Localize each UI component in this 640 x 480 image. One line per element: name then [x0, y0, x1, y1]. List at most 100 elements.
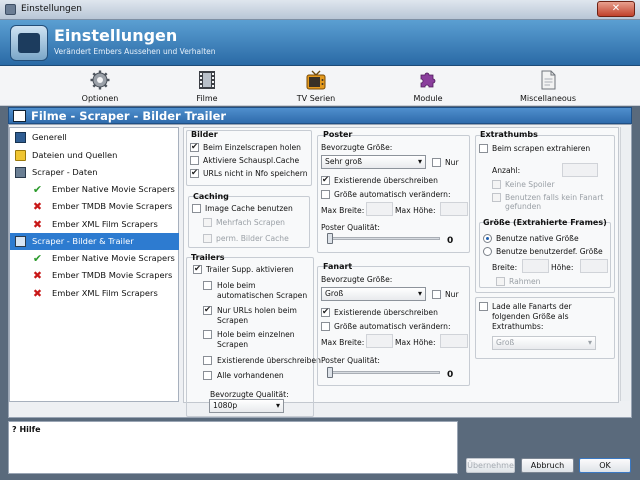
tab-label: Module [413, 94, 443, 103]
frame-height-label: Höhe: [551, 263, 574, 272]
mehrfach-label: Mehrfach Scrapen [216, 218, 285, 227]
fanart-overwrite-label: Existierende überschreiben [334, 308, 438, 317]
caching-title: Caching [193, 192, 229, 201]
fanart-size-select[interactable]: Groß [321, 287, 426, 301]
use-fanart-checkbox[interactable] [492, 193, 501, 202]
fanarts-size-select[interactable]: Groß [492, 336, 596, 350]
poster-max-height-input[interactable] [440, 202, 468, 216]
fanart-quality-slider[interactable] [327, 371, 440, 374]
trailer-quality-select[interactable]: 1080p [209, 399, 284, 413]
help-label-wrap: ? Hilfe [12, 425, 41, 434]
native-size-label: Benutze native Größe [496, 234, 579, 243]
trailer-supp-label: Trailer Supp. aktivieren [206, 265, 294, 274]
trailer-overwrite-checkbox[interactable] [203, 356, 212, 365]
urls-nfo-checkbox[interactable] [190, 168, 199, 179]
poster-resize-checkbox[interactable] [321, 190, 330, 199]
nur-urls-checkbox[interactable] [203, 305, 212, 316]
fanart-max-height-input[interactable] [440, 334, 468, 348]
document-icon [541, 70, 556, 90]
apply-button[interactable]: Übernehme [466, 458, 515, 473]
tv-icon [306, 70, 326, 90]
perm-cache-checkbox[interactable] [203, 234, 212, 243]
tab-tv-serien[interactable]: TV Serien [290, 67, 342, 105]
hole-auto-label-2: automatischen Scrapen [217, 291, 308, 300]
tree-item-generell[interactable]: Generell [10, 129, 179, 146]
fanart-max-width-input[interactable] [366, 334, 393, 348]
count-label: Anzahl: [492, 166, 521, 175]
schauspl-cache-checkbox[interactable] [190, 156, 199, 165]
nur-urls-label-1: Nur URLs holen beim [217, 306, 297, 315]
settings-tree: Generell Dateien und Quellen Scraper - D… [9, 127, 179, 402]
tree-item-xml-daten[interactable]: ✖ Ember XML Film Scrapers [10, 216, 179, 233]
mehrfach-checkbox[interactable] [203, 218, 212, 227]
poster-quality-thumb[interactable] [327, 233, 333, 244]
alle-vorhandenen-checkbox[interactable] [203, 371, 212, 380]
tree-item-label: Ember XML Film Scrapers [52, 219, 158, 229]
fanarts-size-value: Groß [496, 338, 515, 347]
fanart-max-height-label: Max Höhe: [395, 338, 436, 347]
einzelscrapen-checkbox[interactable] [190, 142, 199, 153]
count-input[interactable] [562, 163, 598, 177]
poster-overwrite-checkbox[interactable] [321, 175, 330, 186]
load-fanarts-checkbox[interactable] [479, 302, 488, 311]
cancel-button[interactable]: Abbruch [521, 458, 574, 473]
hole-einzeln-label-1: Hole beim einzelnen [217, 330, 295, 339]
fanart-resize-checkbox[interactable] [321, 322, 330, 331]
tree-item-label: Ember TMDB Movie Scrapers [52, 201, 173, 211]
x-icon: ✖ [32, 269, 43, 282]
perm-cache-label: perm. Bilder Cache [216, 234, 289, 243]
tree-item-dateien[interactable]: Dateien und Quellen [10, 147, 179, 164]
x-icon: ✖ [32, 287, 43, 300]
tab-label: Filme [196, 94, 218, 103]
trailer-quality-value: 1080p [213, 401, 238, 410]
tree-item-label: Ember Native Movie Scrapers [52, 184, 175, 194]
native-size-radio[interactable] [483, 234, 492, 243]
tree-item-tmdb-daten[interactable]: ✖ Ember TMDB Movie Scrapers [10, 198, 179, 215]
extract-label: Beim scrapen extrahieren [492, 144, 591, 153]
no-spoiler-checkbox[interactable] [492, 180, 501, 189]
close-button[interactable]: ✕ [597, 1, 635, 17]
tree-item-scraper-daten[interactable]: Scraper - Daten [10, 164, 179, 181]
extract-checkbox[interactable] [479, 144, 488, 153]
frame-width-input[interactable] [522, 259, 549, 273]
section-title: Filme - Scraper - Bilder Trailer [31, 109, 227, 123]
tree-item-native-daten[interactable]: ✔ Ember Native Movie Scrapers [10, 181, 179, 198]
poster-only-checkbox[interactable] [432, 158, 441, 167]
hole-einzeln-checkbox[interactable] [203, 330, 212, 339]
fanart-quality-thumb[interactable] [327, 367, 333, 378]
panel-scrollbar[interactable] [620, 127, 630, 401]
puzzle-icon [420, 72, 436, 88]
urls-nfo-label: URLs nicht in Nfo speichern [203, 169, 308, 178]
tab-miscellaneous[interactable]: Miscellaneous [515, 67, 581, 105]
poster-size-select[interactable]: Sehr groß [321, 155, 426, 169]
tree-item-scraper-bilder[interactable]: Scraper - Bilder & Trailer [10, 233, 179, 250]
fanart-only-checkbox[interactable] [432, 290, 441, 299]
tree-item-native-bilder[interactable]: ✔ Ember Native Movie Scrapers [10, 250, 179, 267]
section-title-bar: Filme - Scraper - Bilder Trailer [8, 107, 632, 124]
poster-max-width-input[interactable] [366, 202, 393, 216]
tree-item-label: Ember XML Film Scrapers [52, 288, 158, 298]
fanart-overwrite-checkbox[interactable] [321, 307, 330, 318]
page-subtitle: Verändert Embers Aussehen und Verhalten [54, 47, 216, 56]
tab-optionen[interactable]: Optionen [74, 67, 126, 105]
fanart-quality-label: Poster Qualität: [321, 356, 380, 365]
image-cache-checkbox[interactable] [192, 204, 201, 213]
poster-quality-slider[interactable] [327, 237, 440, 240]
trailer-supp-checkbox[interactable] [193, 264, 202, 275]
tree-item-xml-bilder[interactable]: ✖ Ember XML Film Scrapers [10, 285, 179, 302]
use-fanart-label-2: gefunden [505, 202, 542, 211]
folder-icon [15, 150, 26, 161]
fanart-title: Fanart [323, 262, 353, 271]
custom-size-radio[interactable] [483, 247, 492, 256]
hole-auto-checkbox[interactable] [203, 281, 212, 290]
help-label: Hilfe [19, 425, 41, 434]
frame-height-input[interactable] [580, 259, 608, 273]
settings-logo-icon [10, 25, 48, 61]
fanart-resize-label: Größe automatisch verändern: [334, 322, 451, 331]
ok-button[interactable]: OK [579, 458, 631, 473]
tab-module[interactable]: Module [404, 67, 452, 105]
frame-border-checkbox[interactable] [496, 277, 505, 286]
poster-size-label: Bevorzugte Größe: [321, 143, 393, 152]
tab-filme[interactable]: Filme [184, 67, 230, 105]
tree-item-tmdb-bilder[interactable]: ✖ Ember TMDB Movie Scrapers [10, 267, 179, 284]
